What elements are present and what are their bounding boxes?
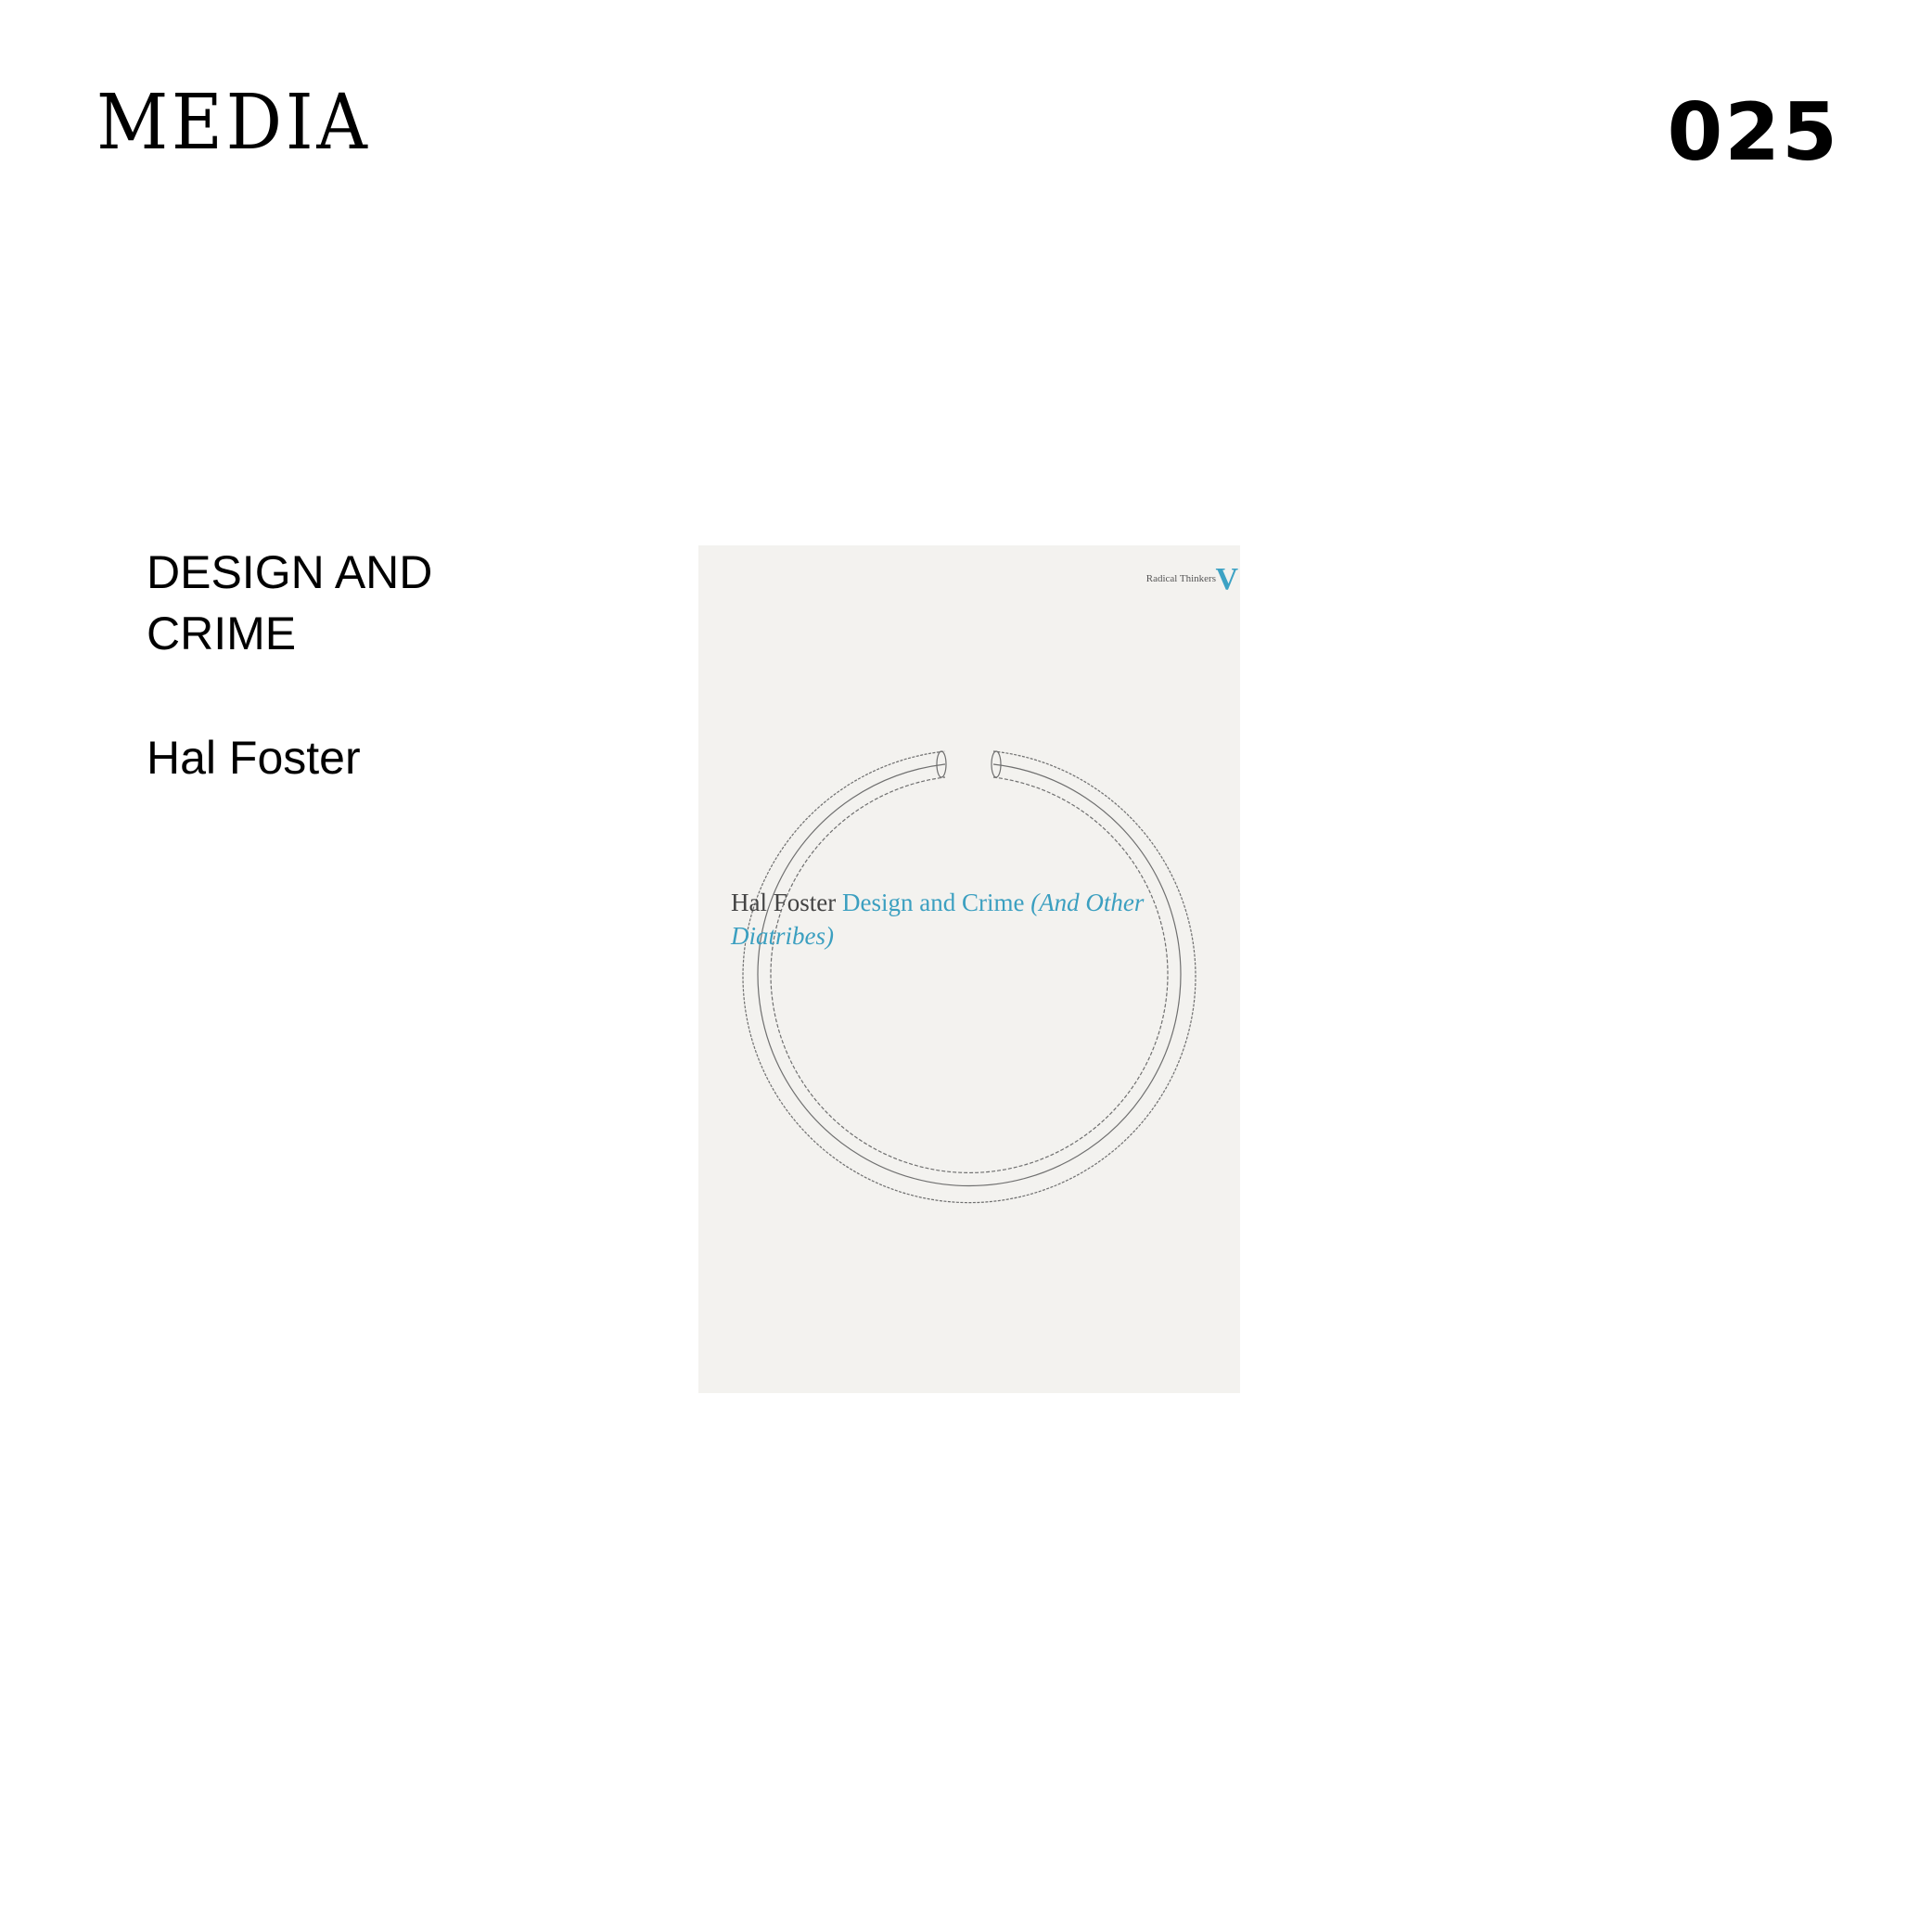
book-author: Hal Foster	[147, 732, 361, 784]
book-title: DESIGN AND CRIME	[147, 546, 433, 659]
publisher-logo-icon: V	[1215, 562, 1238, 596]
book-cover-image: Radical Thinkers V Hal Foster Design and…	[698, 545, 1240, 1393]
series-name: Radical Thinkers	[1145, 573, 1216, 584]
cover-title: Design and Crime	[841, 889, 1025, 916]
cover-author: Hal Foster	[731, 889, 837, 916]
cover-title-block: Hal Foster Design and Crime (And Other D…	[731, 886, 1213, 953]
ring-illustration	[742, 750, 1196, 1204]
issue-number: 025	[1667, 86, 1839, 179]
brand-logo: MEDIA	[96, 79, 371, 167]
